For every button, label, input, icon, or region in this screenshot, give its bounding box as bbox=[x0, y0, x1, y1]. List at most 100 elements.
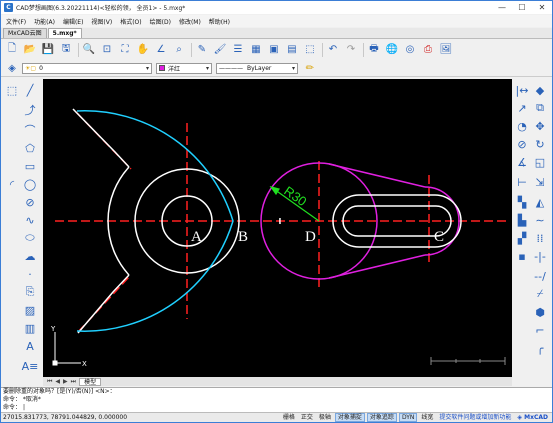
tab-nav-prev-icon[interactable]: ◀ bbox=[55, 378, 60, 385]
zoom-extents-icon[interactable]: ⛶ bbox=[117, 42, 133, 58]
tab-nav-first-icon[interactable]: ⏮ bbox=[47, 378, 52, 386]
osnap-toggle[interactable]: 对象捕捉 bbox=[334, 413, 365, 422]
otrack-toggle[interactable]: 对象追踪 bbox=[366, 413, 397, 422]
edit-text-icon[interactable]: ✎ bbox=[194, 42, 210, 58]
rotate-icon[interactable]: ↻ bbox=[533, 137, 547, 151]
layer-manager-icon[interactable]: ▤ bbox=[284, 42, 300, 58]
pan-hand-icon[interactable]: ✋ bbox=[135, 42, 151, 58]
mirror-icon[interactable]: ◭ bbox=[533, 195, 547, 209]
dimension-continue-icon[interactable]: ▚ bbox=[515, 195, 529, 209]
linetype-dropdown[interactable]: ———— ByLayer ▾ bbox=[216, 62, 298, 74]
brush-icon[interactable]: 🖌 bbox=[212, 42, 228, 58]
rectangle-icon[interactable]: ▭ bbox=[23, 159, 37, 173]
array-icon[interactable]: ⁞⁞ bbox=[533, 231, 547, 245]
gradient-icon[interactable]: ▥ bbox=[23, 321, 37, 335]
polygon-icon[interactable]: ⬠ bbox=[23, 141, 37, 155]
spline-icon[interactable]: ∿ bbox=[23, 213, 37, 227]
ellipse-icon[interactable]: ⬭ bbox=[23, 231, 37, 245]
tolerance-icon[interactable]: ▞ bbox=[515, 231, 529, 245]
chamfer-icon[interactable]: ⌐ bbox=[533, 323, 547, 337]
extend-icon[interactable]: --/ bbox=[533, 269, 547, 283]
polar-toggle[interactable]: 极轴 bbox=[317, 413, 333, 422]
circle-icon[interactable]: ◯ bbox=[23, 177, 37, 191]
menu-file[interactable]: 文件(F) bbox=[6, 17, 26, 26]
match-properties-icon[interactable]: ⬚ bbox=[302, 42, 318, 58]
new-file-icon[interactable]: 🗋 bbox=[4, 42, 20, 58]
menu-format[interactable]: 格式(O) bbox=[120, 17, 141, 26]
open-folder-icon[interactable]: 📂 bbox=[22, 42, 38, 58]
copy-icon[interactable]: ⧉ bbox=[533, 101, 547, 115]
offset-icon[interactable]: ∼ bbox=[533, 213, 547, 227]
tab-nav-last-icon[interactable]: ⏭ bbox=[71, 378, 76, 386]
line-icon[interactable]: ╱ bbox=[23, 83, 37, 97]
publish-icon[interactable]: ◎ bbox=[402, 42, 418, 58]
point-icon[interactable]: · bbox=[23, 267, 37, 281]
web-icon[interactable]: 🌐 bbox=[384, 42, 400, 58]
stretch-icon[interactable]: ⇲ bbox=[533, 175, 547, 189]
color-dropdown[interactable]: 洋红 ▾ bbox=[156, 62, 212, 74]
insert-block-icon[interactable]: ⎘ bbox=[23, 285, 37, 299]
grid-toggle[interactable]: 栅格 bbox=[281, 413, 297, 422]
dimension-baseline-icon[interactable]: ⊢ bbox=[515, 175, 529, 189]
command-input[interactable]: 命令： | bbox=[1, 404, 552, 412]
eraser-icon[interactable]: ◆ bbox=[533, 83, 547, 97]
tab-nav-next-icon[interactable]: ▶ bbox=[63, 378, 68, 385]
menu-draw[interactable]: 绘图(D) bbox=[150, 17, 171, 26]
trim-icon[interactable]: -|- bbox=[533, 249, 547, 263]
fillet-icon[interactable]: ╭ bbox=[533, 341, 547, 355]
save-icon[interactable]: 💾 bbox=[40, 42, 56, 58]
properties-icon[interactable]: ☰ bbox=[230, 42, 246, 58]
menu-edit[interactable]: 编辑(E) bbox=[63, 17, 83, 26]
select-window-icon[interactable]: ⬚ bbox=[5, 83, 19, 97]
close-button[interactable]: ✕ bbox=[532, 1, 552, 14]
measure-angle-icon[interactable]: ∠ bbox=[153, 42, 169, 58]
zoom-window-icon[interactable]: ⊡ bbox=[99, 42, 115, 58]
redo-icon[interactable]: ↷ bbox=[343, 42, 359, 58]
dimension-aligned-icon[interactable]: ↗ bbox=[515, 101, 529, 115]
dimension-radius-icon[interactable]: ◔ bbox=[515, 119, 529, 133]
move-icon[interactable]: ✥ bbox=[533, 119, 547, 133]
hatch-icon[interactable]: ▨ bbox=[23, 303, 37, 317]
minimize-button[interactable]: — bbox=[492, 1, 512, 14]
lineweight-toggle[interactable]: 线宽 bbox=[419, 413, 435, 422]
menu-view[interactable]: 视图(V) bbox=[91, 17, 112, 26]
tab-mxcad-cloud[interactable]: MxCAD云图 bbox=[3, 28, 47, 38]
tab-model[interactable]: 模型 bbox=[79, 377, 102, 386]
center-mark-icon[interactable]: ▪ bbox=[515, 249, 529, 263]
explode-icon[interactable]: ⬢ bbox=[533, 305, 547, 319]
dimension-angular-icon[interactable]: ∡ bbox=[515, 155, 529, 169]
pdf-icon[interactable]: ⎙ bbox=[420, 42, 436, 58]
polyline-icon[interactable]: ⤴ bbox=[23, 103, 37, 117]
revision-cloud-icon[interactable]: ☁ bbox=[23, 249, 37, 263]
menu-modify[interactable]: 修改(M) bbox=[179, 17, 201, 26]
layers-icon[interactable]: ◈ bbox=[4, 60, 20, 76]
pencil-icon[interactable]: ✏ bbox=[302, 60, 318, 76]
drawing-canvas[interactable]: R30 A B D C Y X bbox=[43, 79, 512, 377]
save-as-icon[interactable]: 🖫 bbox=[58, 42, 74, 58]
dimension-diameter-icon[interactable]: ⊘ bbox=[515, 137, 529, 151]
block-icon[interactable]: ▣ bbox=[266, 42, 282, 58]
maximize-button[interactable]: ☐ bbox=[512, 1, 532, 14]
layer-dropdown[interactable]: ☀▢ 0 ▾ bbox=[22, 62, 152, 74]
zoom-icon[interactable]: 🔍 bbox=[81, 42, 97, 58]
table-icon[interactable]: ▦ bbox=[248, 42, 264, 58]
leader-icon[interactable]: ▙ bbox=[515, 213, 529, 227]
zoom-previous-icon[interactable]: ⌕ bbox=[171, 42, 187, 58]
dimension-linear-icon[interactable]: |↔ bbox=[515, 83, 529, 97]
arc-icon[interactable]: ⌒ bbox=[23, 123, 37, 137]
print-icon[interactable]: 🖶 bbox=[366, 42, 382, 58]
tab-current-drawing[interactable]: 5.mxg* bbox=[47, 28, 82, 38]
ortho-toggle[interactable]: 正交 bbox=[299, 413, 315, 422]
feedback-link[interactable]: 提交软件问题或增加新功能 bbox=[437, 413, 513, 422]
undo-icon[interactable]: ↶ bbox=[325, 42, 341, 58]
circle-tangent-icon[interactable]: ⊘ bbox=[23, 195, 37, 209]
ellipse-arc-icon[interactable]: ◜ bbox=[5, 177, 19, 191]
text-icon[interactable]: A bbox=[23, 339, 37, 353]
scale-icon[interactable]: ◱ bbox=[533, 155, 547, 169]
mtext-icon[interactable]: A≡ bbox=[22, 359, 39, 373]
image-icon[interactable]: 🖼 bbox=[438, 42, 454, 58]
menu-function[interactable]: 功能(A) bbox=[34, 17, 55, 26]
dyn-toggle[interactable]: DYN bbox=[398, 413, 418, 422]
break-icon[interactable]: ⌿ bbox=[533, 287, 547, 301]
menu-help[interactable]: 帮助(H) bbox=[209, 17, 230, 26]
